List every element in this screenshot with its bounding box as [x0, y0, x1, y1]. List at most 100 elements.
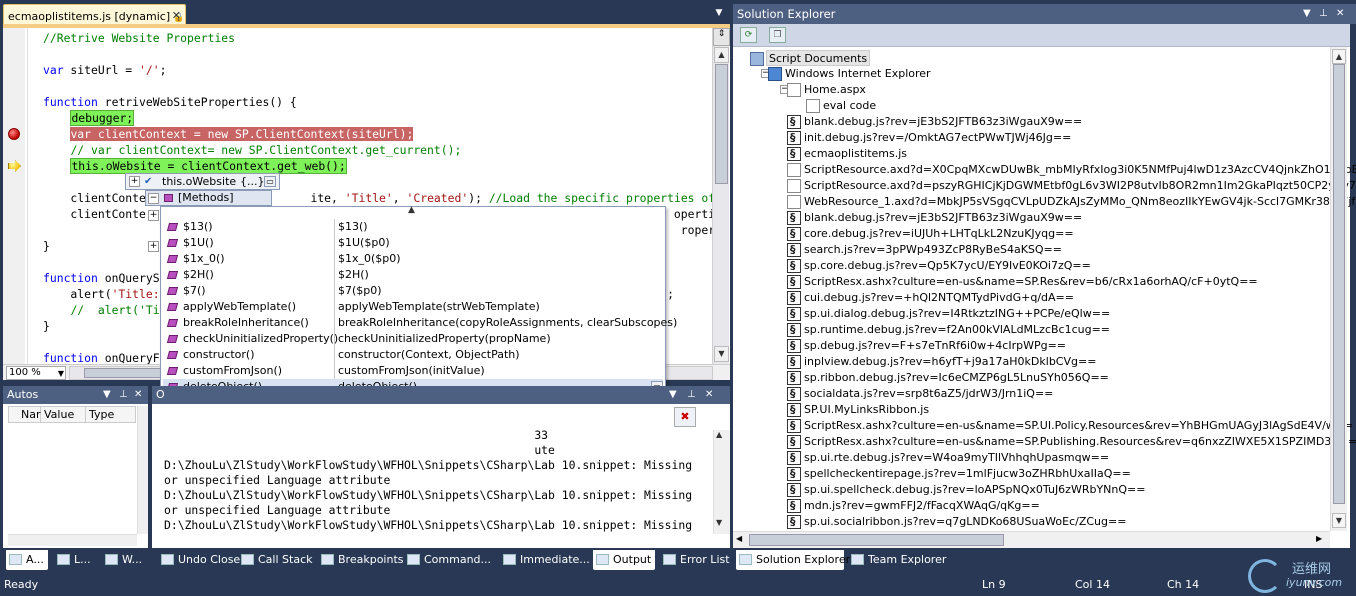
tree-node[interactable]: blank.debug.js?rev=jE3bS2JFTB63z3iWgauX9…: [787, 210, 1082, 226]
editor-gutter[interactable]: [3, 28, 25, 364]
tab-breakpoints[interactable]: Breakpoints: [318, 550, 404, 570]
scroll-up-icon[interactable]: ▲: [1332, 49, 1346, 64]
expand-icon[interactable]: +: [148, 241, 159, 252]
tree-node[interactable]: sp.runtime.debug.js?rev=f2An00kVlALdMLzc…: [787, 322, 1110, 338]
output-text[interactable]: 33 ute D:\ZhouLu\ZlStudy\WorkFlowStudy\WF…: [164, 428, 720, 538]
tab-watch[interactable]: W...: [102, 550, 148, 570]
scroll-left-icon[interactable]: ◀: [736, 534, 742, 543]
zoom-select[interactable]: 100 % ▼: [6, 366, 66, 380]
tree-node[interactable]: ScriptResx.ashx?culture=en-us&name=SP.Re…: [787, 274, 1258, 290]
code-line[interactable]: this.oWebsite = clientContext.get_web();: [43, 158, 715, 174]
code-line[interactable]: [43, 78, 715, 94]
tree-node[interactable]: sp.ui.dialog.debug.js?rev=I4RtkztzING++P…: [787, 306, 1110, 322]
datatip-method-row[interactable]: constructor() constructor(Context, Object…: [163, 347, 663, 363]
tab-call-stack[interactable]: Call Stack: [238, 550, 314, 570]
refresh-icon[interactable]: ⟳: [740, 27, 757, 43]
pin-icon[interactable]: ⊥: [1319, 4, 1328, 24]
column-type[interactable]: Type: [87, 407, 135, 422]
tree-node[interactable]: inplview.debug.js?rev=h6yfT+j9a17aH0kDkl…: [787, 354, 1096, 370]
tree-node[interactable]: ecmaoplistitems.js: [787, 146, 907, 162]
pin-icon[interactable]: ⊥: [687, 386, 696, 404]
scroll-thumb[interactable]: [749, 534, 1004, 546]
editor-vertical-scrollbar[interactable]: ⇕ ▲ ▼: [712, 28, 730, 364]
datatip-method-row[interactable]: $2H() $2H(): [163, 267, 663, 283]
tab-command[interactable]: Command...: [404, 550, 496, 570]
scroll-down-icon[interactable]: ▼: [1332, 513, 1346, 528]
tree-node[interactable]: mdn.js?rev=gwmFFJ2/fFacqXWAqG/qKg==: [787, 498, 1040, 514]
code-line[interactable]: [43, 46, 715, 62]
tree-node[interactable]: core.debug.js?rev=iUJUh+LHTqLkL2NzuKJyqg…: [787, 226, 1074, 242]
chevron-down-icon[interactable]: ▼: [712, 8, 726, 22]
tab-solution-explorer[interactable]: Solution Explorer: [736, 550, 850, 570]
tab-error-list[interactable]: Error List: [660, 550, 730, 570]
autos-vertical-scrollbar[interactable]: [137, 406, 148, 534]
tree-node[interactable]: init.debug.js?rev=/OmktAG7ectPWwTJWj46Jg…: [787, 130, 1071, 146]
datatip-method-row[interactable]: checkUninitializedProperty() checkUniniti…: [163, 331, 663, 347]
tree-node[interactable]: ScriptResx.ashx?culture=en-us&name=SP.Pu…: [787, 434, 1356, 450]
tree-node[interactable]: cui.debug.js?rev=+hQl2NTQMTydPivdG+q/dA=…: [787, 290, 1074, 306]
code-line[interactable]: // var clientContext= new SP.ClientConte…: [43, 142, 715, 158]
datatip-method-row[interactable]: breakRoleInheritance() breakRoleInheritan…: [163, 315, 677, 331]
tree-node[interactable]: − Home.aspx: [780, 82, 866, 98]
scroll-right-icon[interactable]: ▶: [1316, 534, 1322, 543]
code-line[interactable]: var clientContext = new SP.ClientContext…: [43, 126, 715, 142]
close-icon[interactable]: ✕: [1336, 4, 1344, 24]
tree-node[interactable]: sp.ui.spellcheck.debug.js?rev=loAPSpNQx0…: [787, 482, 1145, 498]
solution-explorer-horizontal-scrollbar[interactable]: ◀ ▶: [733, 531, 1330, 548]
chevron-down-icon[interactable]: ▼: [103, 386, 111, 404]
tree-node[interactable]: Script Documents: [750, 50, 871, 66]
tree-node[interactable]: eval code: [806, 98, 876, 114]
tab-immediate[interactable]: Immediate...: [500, 550, 590, 570]
scroll-up-icon[interactable]: ▲: [714, 47, 729, 63]
tree-node[interactable]: WebResource_1.axd?d=MbkJP5sVSgqCVLpUDZkA…: [787, 194, 1356, 210]
code-line[interactable]: //Retrive Website Properties: [43, 30, 715, 46]
splitter-icon[interactable]: ⇕: [713, 28, 730, 46]
datatip-method-row[interactable]: $1x_0() $1x_0($p0): [163, 251, 663, 267]
tree-node[interactable]: sp.ui.rte.debug.js?rev=W4oa9myTIlVhhqhUp…: [787, 450, 1109, 466]
datatip-methods-node[interactable]: − [Methods]: [145, 190, 272, 206]
tree-node[interactable]: blank.debug.js?rev=jE3bS2JFTB63z3iWgauX9…: [787, 114, 1082, 130]
datatip-pin-button[interactable]: ▭: [264, 176, 276, 187]
column-name[interactable]: Nar: [19, 407, 41, 422]
column-value[interactable]: Value: [42, 407, 86, 422]
chevron-down-icon[interactable]: ▼: [1303, 4, 1311, 24]
collapse-icon[interactable]: −: [148, 193, 159, 204]
datatip-method-row[interactable]: applyWebTemplate() applyWebTemplate(strWe…: [163, 299, 663, 315]
datatip-root[interactable]: + ✔ this.oWebsite {...} ▭: [125, 173, 280, 190]
tree-node[interactable]: sp.ribbon.debug.js?rev=Ic6eCMZP6gL5LnuSY…: [787, 370, 1109, 386]
code-line[interactable]: function retriveWebSiteProperties() {: [43, 94, 715, 110]
tree-node[interactable]: sp.core.debug.js?rev=Qp5K7ycU/EY9IvE0KOi…: [787, 258, 1091, 274]
output-vertical-scrollbar[interactable]: ▲ ▼: [713, 430, 730, 534]
pin-icon[interactable]: ⊥: [119, 386, 128, 404]
scroll-up-icon[interactable]: ▲: [408, 205, 415, 215]
autos-horizontal-scrollbar[interactable]: [8, 534, 137, 546]
tree-node[interactable]: − Windows Internet Explorer: [761, 66, 931, 82]
tree-node[interactable]: ScriptResource.axd?d=X0CpqMXcwDUwBk_mbMI…: [787, 162, 1356, 178]
tree-node[interactable]: search.js?rev=3pPWp493ZcP8RyBeS4aKSQ==: [787, 242, 1062, 258]
solution-explorer-tree[interactable]: Script Documents − Windows Internet Explor…: [733, 47, 1356, 548]
chevron-down-icon[interactable]: ▼: [669, 386, 677, 404]
tab-output[interactable]: Output: [593, 550, 655, 570]
datatip-method-row[interactable]: $1U() $1U($p0): [163, 235, 663, 251]
breakpoint-icon[interactable]: [8, 128, 20, 140]
tree-node[interactable]: sp.debug.js?rev=F+s7eTnRf6i0w+4cIrpWPg==: [787, 338, 1066, 354]
close-icon[interactable]: ✕: [172, 9, 181, 22]
tree-node[interactable]: spellcheckentirepage.js?rev=1mlFjucw3oZH…: [787, 466, 1131, 482]
close-icon[interactable]: ✕: [705, 386, 713, 404]
tree-node[interactable]: SP.UI.MyLinksRibbon.js: [787, 402, 929, 418]
code-line[interactable]: var siteUrl = '/';: [43, 62, 715, 78]
tab-autos[interactable]: A...: [6, 550, 48, 570]
tree-node[interactable]: ScriptResx.ashx?culture=en-us&name=SP.UI…: [787, 418, 1353, 434]
tab-locals[interactable]: L...: [54, 550, 96, 570]
expand-icon[interactable]: +: [148, 210, 159, 221]
tree-node[interactable]: socialdata.js?rev=srp8t6aZ5/jdrW3/Jrn1iQ…: [787, 386, 1053, 402]
code-line[interactable]: clientConte ite, 'Title', 'Created'); //…: [43, 190, 715, 206]
code-line[interactable]: debugger;: [43, 110, 715, 126]
scroll-down-icon[interactable]: ▼: [714, 346, 729, 362]
copy-icon[interactable]: ❐: [769, 27, 786, 43]
scroll-thumb[interactable]: [715, 64, 728, 184]
tree-node[interactable]: ScriptResource.axd?d=pszyRGHICjKjDGWMEtb…: [787, 178, 1356, 194]
tab-team-explorer[interactable]: Team Explorer: [848, 550, 946, 570]
tab-undo-close[interactable]: Undo Close: [158, 550, 240, 570]
solution-explorer-vertical-scrollbar[interactable]: ▲ ▼: [1330, 47, 1347, 531]
